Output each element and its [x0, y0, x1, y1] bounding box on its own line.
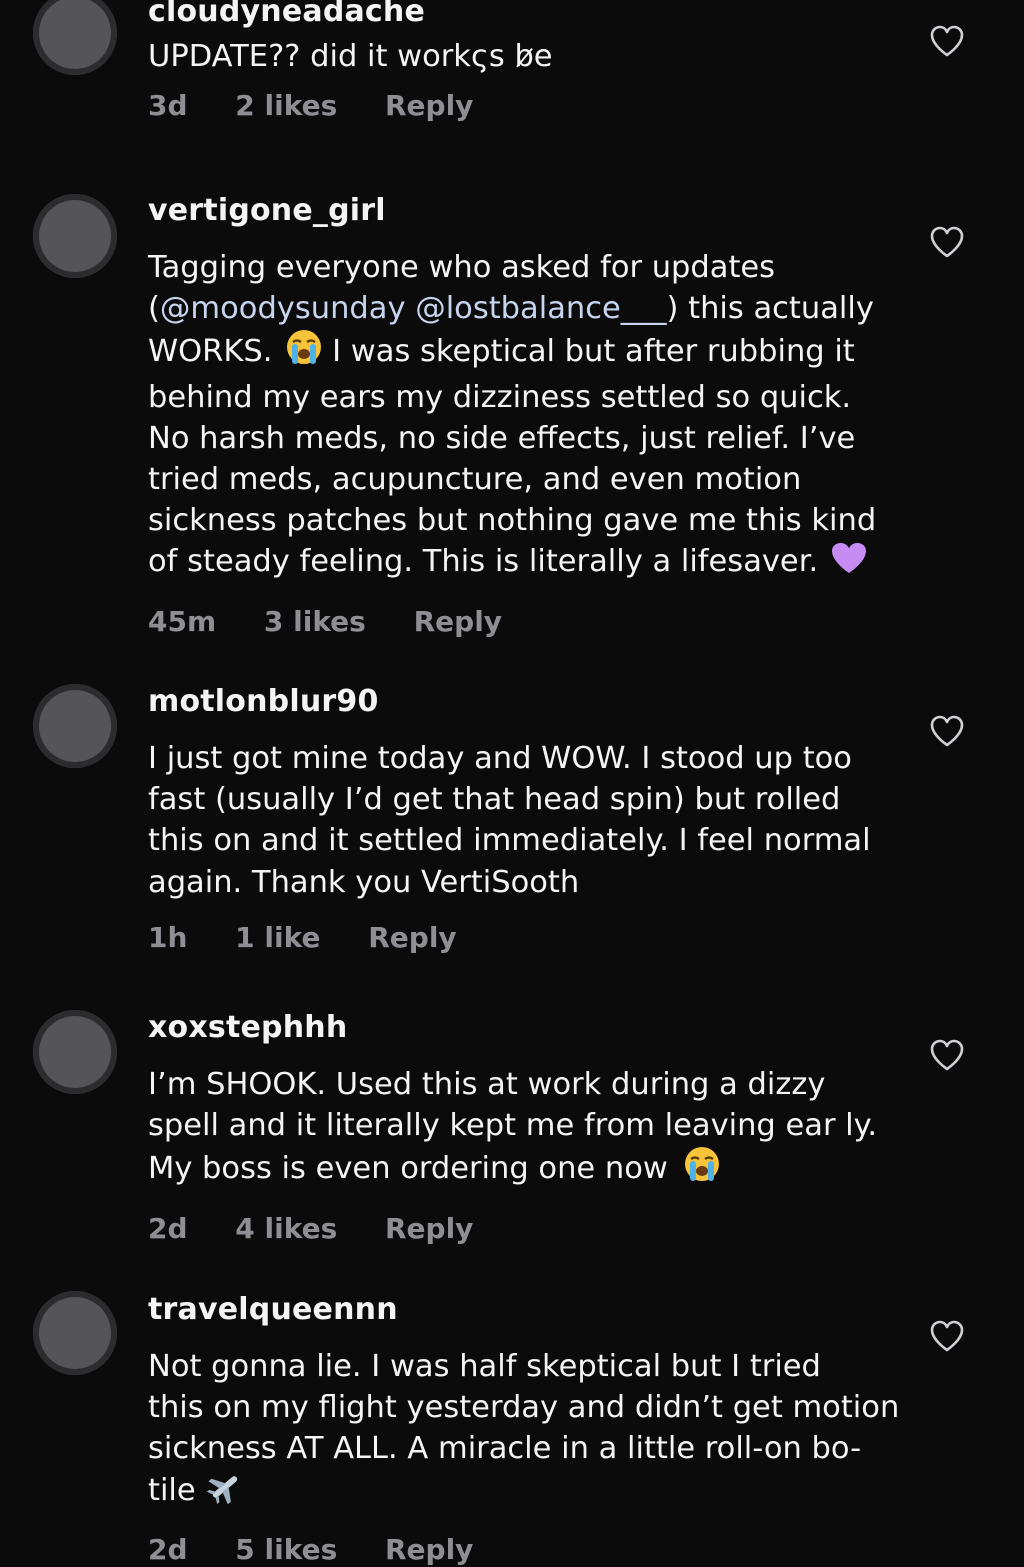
comment-likes[interactable]: 1 like [235, 921, 320, 954]
comment-meta: 3d 2 likes Reply [148, 89, 918, 123]
mention-link[interactable]: @moodysunday [160, 291, 406, 326]
comment-time: 1h [148, 920, 188, 954]
comment-text-line: tried meds, acupuncture, and even motion [148, 462, 802, 498]
comment-text-line: tile [148, 1470, 918, 1515]
comment-body: xoxstephhh I’m SHOOK. Used this at work … [148, 1010, 918, 1246]
reply-button[interactable]: Reply [385, 89, 473, 122]
comment-text-line: spell and it literally kept me from leav… [148, 1108, 878, 1144]
purple-heart-emoji [830, 541, 868, 586]
avatar[interactable] [33, 1010, 117, 1094]
comment-likes[interactable]: 3 likes [264, 605, 366, 638]
comment-body: motlonblur90 I just got mine today and W… [148, 684, 918, 955]
like-heart-icon[interactable] [928, 1037, 966, 1073]
loudly-crying-face-emoji [684, 1146, 720, 1193]
comment-text: Tagging everyone who asked for updates (… [148, 247, 918, 587]
comment-text-line: I’m SHOOK. Used this at work during a di… [148, 1067, 826, 1102]
comment-likes[interactable]: 2 likes [235, 89, 337, 122]
avatar[interactable] [33, 684, 117, 768]
comment-text: I just got mine today and WOW. I stood u… [148, 738, 918, 903]
comment-likes[interactable]: 5 likes [235, 1533, 337, 1566]
comment-time: 2d [148, 1532, 188, 1566]
comment-text-line: sickness patches but nothing gave me thi… [148, 503, 877, 539]
comment-text-line: (@moodysunday @lostbalance___) this actu… [148, 291, 874, 327]
comment-text-line: Not gonna lie. I was half skeptical but … [148, 1349, 821, 1384]
avatar[interactable] [33, 1291, 117, 1375]
loudly-crying-face-emoji [286, 329, 322, 376]
reply-button[interactable]: Reply [385, 1533, 473, 1566]
comment-body: vertigone_girl Tagging everyone who aske… [148, 193, 918, 639]
comment-time: 3d [148, 89, 188, 123]
comment-text-line: My boss is even ordering one now [148, 1146, 918, 1193]
comment-text: I’m SHOOK. Used this at work during a di… [148, 1064, 918, 1194]
comment-time: 45m [148, 604, 217, 638]
reply-button[interactable]: Reply [385, 1212, 473, 1245]
comment-username[interactable]: xoxstephhh [148, 1010, 918, 1046]
like-heart-icon[interactable] [928, 1318, 966, 1354]
comment-text-line: this on my flight yesterday and didn’t g… [148, 1390, 900, 1426]
comment-text-line: behind my ears my dizziness settled so q… [148, 379, 852, 415]
comment-text-line: UPDATE?? did it workςs b̷e [148, 39, 553, 74]
comment-text-line: I just got mine today and WOW. I stood u… [148, 741, 852, 776]
like-heart-icon[interactable] [928, 713, 966, 749]
comment-text-line: No harsh meds, no side effects, just rel… [148, 420, 856, 456]
comment-text-line: WORKS. I was skeptical but after rubbing… [148, 329, 918, 376]
comment-meta: 45m 3 likes Reply [148, 605, 918, 639]
comment-meta: 1h 1 like Reply [148, 921, 918, 955]
comment-text-line: again. Thank you VertiSooth [148, 864, 580, 900]
airplane-emoji [206, 1470, 244, 1515]
comment-body: cloudyneadache UPDATE?? did it workςs b̷… [148, 0, 918, 123]
comment-text-line: Tagging everyone who asked for updates [148, 250, 776, 285]
comment-username[interactable]: cloudyneadache [148, 0, 918, 30]
comment-meta: 2d 5 likes Reply [148, 1533, 918, 1567]
mention-link[interactable]: @lostbalance___ [415, 291, 666, 326]
comment-text-line: of steady feeling. This is literally a l… [148, 541, 918, 586]
comment-username[interactable]: motlonblur90 [148, 684, 918, 720]
comment-body: travelqueennn Not gonna lie. I was half … [148, 1292, 918, 1567]
avatar[interactable] [33, 194, 117, 278]
comment-text-line: sickness AT ALL. A miracle in a little r… [148, 1431, 862, 1467]
like-heart-icon[interactable] [928, 224, 966, 260]
reply-button[interactable]: Reply [368, 921, 456, 954]
comment-meta: 2d 4 likes Reply [148, 1212, 918, 1246]
comment-likes[interactable]: 4 likes [235, 1212, 337, 1245]
comment-text-line: this on and it settled immediately. I fe… [148, 823, 871, 859]
comment-text-line: fast (usually I’d get that head spin) bu… [148, 782, 841, 818]
comment-username[interactable]: travelqueennn [148, 1292, 918, 1328]
comment-time: 2d [148, 1211, 188, 1245]
comment-username[interactable]: vertigone_girl [148, 193, 918, 229]
like-heart-icon[interactable] [928, 23, 966, 59]
comment-text: UPDATE?? did it workςs b̷e [148, 36, 918, 77]
comment-text: Not gonna lie. I was half skeptical but … [148, 1346, 918, 1515]
avatar[interactable] [33, 0, 117, 75]
reply-button[interactable]: Reply [414, 605, 502, 638]
